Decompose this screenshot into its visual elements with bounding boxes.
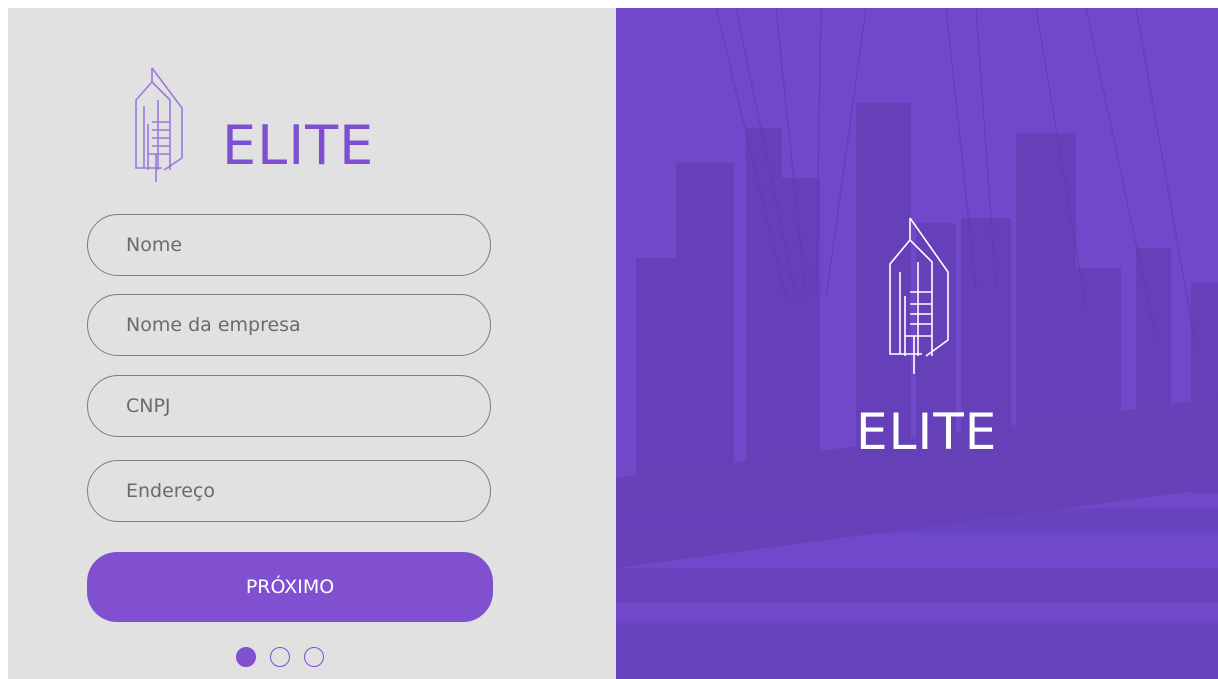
step-dot-2[interactable] bbox=[270, 647, 290, 667]
name-field[interactable]: Nome bbox=[87, 214, 491, 276]
next-button-label: PRÓXIMO bbox=[245, 576, 335, 598]
building-logo-icon bbox=[878, 216, 953, 381]
building-logo-icon bbox=[126, 66, 186, 189]
hero-panel: ELITE bbox=[616, 8, 1218, 679]
brand-name: ELITE bbox=[222, 114, 375, 177]
company-name-field[interactable]: Nome da empresa bbox=[87, 294, 491, 356]
step-dot-1[interactable] bbox=[236, 647, 256, 667]
step-dot-3[interactable] bbox=[304, 647, 324, 667]
name-field-placeholder: Nome bbox=[126, 234, 183, 256]
company-name-field-placeholder: Nome da empresa bbox=[126, 314, 301, 336]
step-indicator bbox=[236, 647, 324, 667]
cnpj-field-placeholder: CNPJ bbox=[126, 395, 171, 417]
hero-brand-name: ELITE bbox=[856, 403, 998, 461]
signup-screen: ELITE Nome Nome da empresa CNPJ Endereço… bbox=[8, 8, 1218, 679]
form-panel: ELITE Nome Nome da empresa CNPJ Endereço… bbox=[8, 8, 616, 679]
cnpj-field[interactable]: CNPJ bbox=[87, 375, 491, 437]
next-button[interactable]: PRÓXIMO bbox=[87, 552, 493, 622]
address-field[interactable]: Endereço bbox=[87, 460, 491, 522]
address-field-placeholder: Endereço bbox=[126, 480, 215, 502]
